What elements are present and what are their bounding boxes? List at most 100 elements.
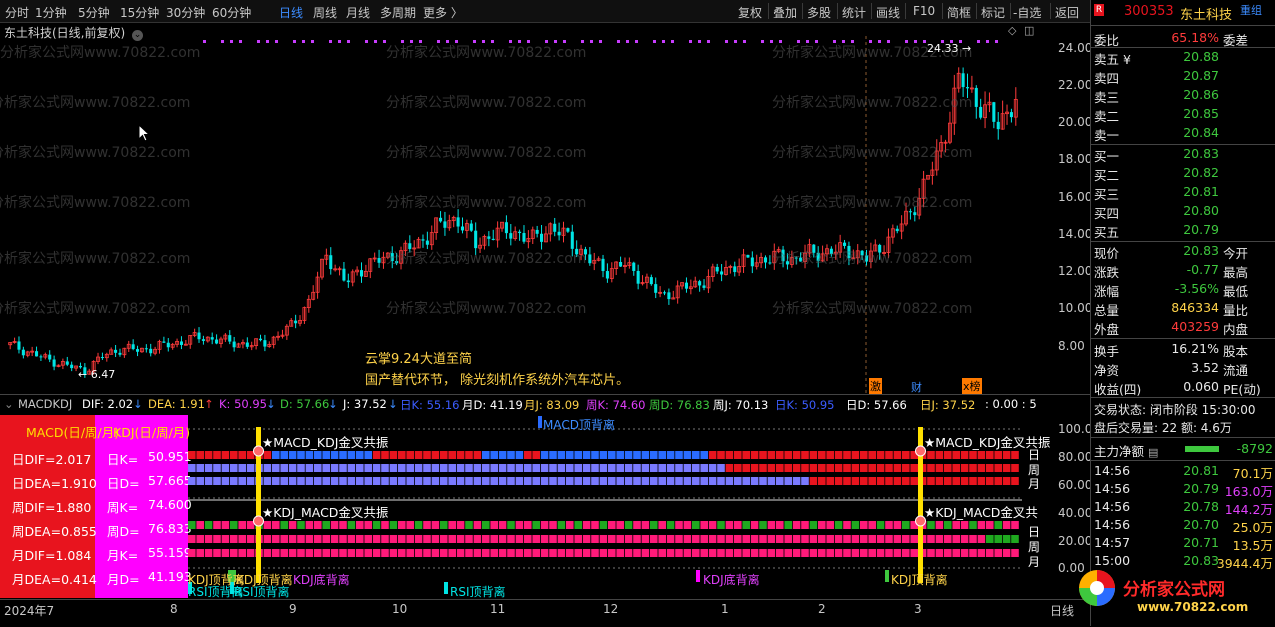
f10-button[interactable]: F10 <box>913 4 935 18</box>
period-tab-1min[interactable]: 1分钟 <box>35 4 67 21</box>
kdj-month-segment <box>1011 549 1019 557</box>
mark-button[interactable]: 标记 <box>981 4 1005 21</box>
candle-body <box>342 268 346 281</box>
kdj-day-segment <box>314 521 322 529</box>
candle-body <box>654 284 658 293</box>
period-tab-5min[interactable]: 5分钟 <box>78 4 110 21</box>
kdj-day-segment <box>238 521 246 529</box>
kdj-day-segment <box>280 521 288 529</box>
macd-day-segment <box>221 451 230 459</box>
candle-body <box>166 342 170 348</box>
chevron-down-icon[interactable]: ⌄ <box>132 30 144 41</box>
ask-label: 卖五 ¥ <box>1094 52 1131 67</box>
signal-tick <box>696 570 700 582</box>
kdj-month-segment <box>843 549 851 557</box>
macd-day-segment <box>767 451 776 459</box>
macd-week-segment <box>750 464 759 472</box>
simple-frame-button[interactable]: 简框 <box>947 4 971 21</box>
kdj-week-segment <box>372 535 381 543</box>
macd-month-segment <box>692 477 700 485</box>
arrow-down-icon: ↓ <box>133 397 143 411</box>
kdj-day-segment <box>322 521 330 529</box>
kdj-month-segment <box>297 549 305 557</box>
kdj-day-segment <box>204 521 213 529</box>
kdj-day-segment <box>675 521 683 529</box>
kdj-day-segment <box>532 521 540 529</box>
kdj-week-segment <box>608 535 616 543</box>
stats-button[interactable]: 统计 <box>842 4 866 21</box>
kdj-month-segment <box>473 549 482 557</box>
ask-price: 20.87 <box>1183 68 1219 83</box>
macd-day-segment <box>818 451 826 459</box>
kdj-day-segment <box>717 521 725 529</box>
diamond-icon[interactable]: ◇ <box>1008 24 1016 37</box>
macd-day-segment <box>641 451 650 459</box>
macd-week-segment <box>322 464 330 472</box>
stat-label: 净资 <box>1094 363 1120 378</box>
period-tab-multi[interactable]: 多周期 <box>380 4 416 21</box>
macd-week-segment <box>742 464 750 472</box>
x-axis-mode[interactable]: 日线 <box>1050 602 1074 619</box>
stock-name[interactable]: 东土科技 <box>1180 4 1232 23</box>
kdj-month-segment <box>288 549 297 557</box>
fuquan-button[interactable]: 复权 <box>738 4 762 21</box>
kdj-week-segment <box>994 535 1002 543</box>
period-tab-monthly[interactable]: 月线 <box>346 4 370 21</box>
period-tab-30min[interactable]: 30分钟 <box>166 4 205 21</box>
period-tab-weekly[interactable]: 周线 <box>313 4 337 21</box>
kdj-week-segment <box>557 535 566 543</box>
stat-label: 外盘 <box>1094 322 1120 337</box>
multi-stock-button[interactable]: 多股 <box>807 4 831 21</box>
event-tag[interactable]: 财 <box>911 379 922 395</box>
watermark: 分析家公式网www.70822.com <box>772 95 973 111</box>
stock-code[interactable]: 300353 <box>1124 4 1174 19</box>
back-button[interactable]: 返回 <box>1055 4 1079 21</box>
macd-day-segment <box>423 451 431 459</box>
macd-day-segment <box>776 451 784 459</box>
kdj-month-segment <box>372 549 381 557</box>
kdj-week-segment <box>843 535 851 543</box>
macd-day-segment <box>498 451 507 459</box>
kdj-day-segment <box>683 521 692 529</box>
period-tab-15min[interactable]: 15分钟 <box>120 4 159 21</box>
kdj-day-segment <box>767 521 776 529</box>
macd-week-segment <box>246 464 255 472</box>
bid-label: 买四 <box>1094 206 1120 221</box>
macd-day-segment <box>490 451 498 459</box>
kdj-week-segment <box>238 535 246 543</box>
period-tab-more[interactable]: 更多 〉 <box>423 4 463 21</box>
kdj-month-segment <box>591 549 599 557</box>
macd-day-segment <box>666 451 675 459</box>
kdj-week-segment <box>624 535 633 543</box>
candle-body <box>17 341 21 350</box>
kdj-week-segment <box>734 535 742 543</box>
period-tab-fenshi[interactable]: 分时 <box>5 4 29 21</box>
kdj-value: 41.193 <box>148 569 192 584</box>
bid-price: 20.79 <box>1183 222 1219 237</box>
kdj-day-segment <box>986 521 994 529</box>
kdj-week-segment <box>515 535 524 543</box>
main-flow-label[interactable]: 主力净额 ▤ <box>1094 441 1158 460</box>
event-tag[interactable]: 激 <box>869 378 882 394</box>
kdj-month-segment <box>902 549 910 557</box>
signal-dot <box>617 40 620 43</box>
event-tag[interactable]: x榜 <box>962 378 982 394</box>
candle-body <box>974 87 978 107</box>
overlay-button[interactable]: 叠加 <box>773 4 797 21</box>
macd-day-segment <box>440 451 448 459</box>
add-watchlist-button[interactable]: -自选 <box>1013 4 1041 21</box>
period-tab-daily[interactable]: 日线 <box>279 4 303 21</box>
window-icon[interactable]: ◫ <box>1024 24 1034 37</box>
period-tab-60min[interactable]: 60分钟 <box>212 4 251 21</box>
stat-label: 股本 <box>1223 344 1249 359</box>
collapse-icon[interactable]: ⌄ <box>4 397 14 411</box>
candle-body <box>100 357 104 359</box>
draw-line-button[interactable]: 画线 <box>876 4 900 21</box>
kdj-day-segment <box>692 521 700 529</box>
kdj-month-segment <box>246 549 255 557</box>
restructure-tag[interactable]: 重组 <box>1240 2 1262 18</box>
kdj-day-segment <box>960 521 969 529</box>
candle-body <box>996 121 1000 130</box>
indicator-name[interactable]: MACDKDJ <box>18 397 72 411</box>
table-icon[interactable]: ▤ <box>1148 446 1158 459</box>
